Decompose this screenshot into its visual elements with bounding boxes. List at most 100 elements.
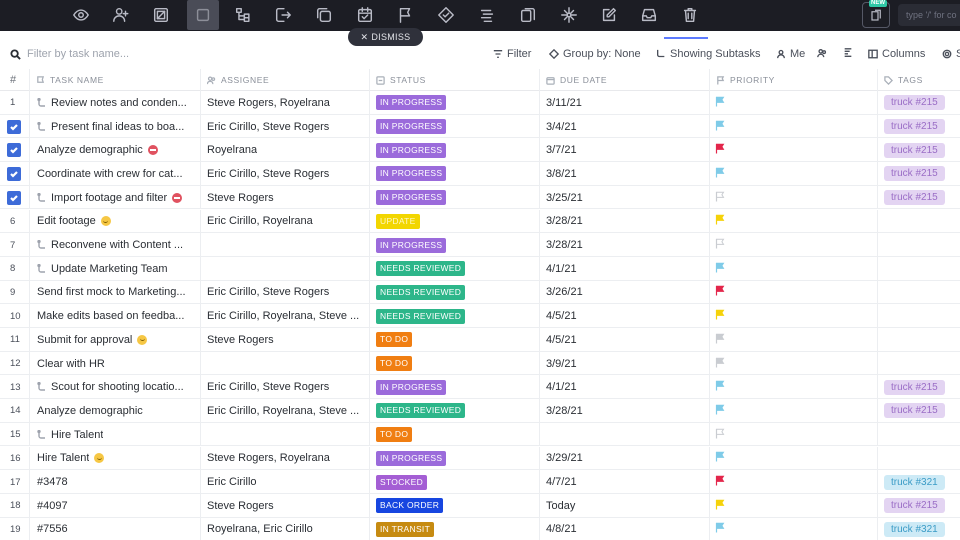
col-task-name-header[interactable]: TASK NAME bbox=[30, 69, 201, 91]
priority-flag-icon[interactable] bbox=[715, 191, 725, 205]
duplicate-icon[interactable] bbox=[312, 4, 336, 26]
due-date-cell[interactable]: 4/5/21 bbox=[540, 304, 710, 328]
table-row[interactable]: Import footage and filter Steve Rogers IN … bbox=[0, 185, 960, 210]
status-cell[interactable]: NEEDS REVIEWED bbox=[370, 280, 540, 305]
row-number-cell[interactable]: 13 bbox=[0, 375, 30, 400]
status-cell[interactable]: IN PROGRESS bbox=[370, 138, 540, 163]
flag-icon[interactable] bbox=[393, 4, 417, 26]
task-search[interactable]: Filter by task name... bbox=[10, 48, 129, 60]
row-number-cell[interactable] bbox=[0, 185, 30, 210]
priority-cell[interactable] bbox=[710, 470, 878, 494]
task-name[interactable]: Make edits based on feedba... bbox=[37, 310, 184, 322]
tag-chip[interactable]: truck #215 bbox=[884, 379, 945, 395]
priority-flag-icon[interactable] bbox=[715, 404, 725, 418]
inbox-icon[interactable] bbox=[637, 4, 661, 26]
task-name-cell[interactable]: #3478 bbox=[30, 470, 201, 494]
row-number-cell[interactable]: 11 bbox=[0, 328, 30, 352]
status-badge[interactable]: NEEDS REVIEWED bbox=[376, 308, 466, 324]
due-date-cell[interactable]: 3/8/21 bbox=[540, 162, 710, 186]
status-cell[interactable]: BACK ORDER bbox=[370, 493, 540, 518]
task-name[interactable]: Analyze demographic bbox=[37, 405, 143, 417]
due-date-cell[interactable] bbox=[540, 422, 710, 447]
priority-cell[interactable] bbox=[710, 422, 878, 447]
table-row[interactable]: 19 #7556 Royelrana, Eric Cirillo IN TRANSIT… bbox=[0, 517, 960, 540]
task-name[interactable]: Reconvene with Content ... bbox=[51, 239, 183, 251]
status-badge[interactable]: BACK ORDER bbox=[376, 498, 444, 514]
task-name-cell[interactable]: Present final ideas to boa... bbox=[30, 114, 201, 139]
status-badge[interactable]: IN PROGRESS bbox=[376, 166, 447, 182]
search-input[interactable]: Filter by task name... bbox=[27, 48, 129, 60]
priority-flag-icon[interactable] bbox=[715, 214, 725, 228]
priority-cell[interactable] bbox=[710, 446, 878, 471]
task-name[interactable]: #4097 bbox=[37, 500, 68, 512]
priority-cell[interactable] bbox=[710, 138, 878, 163]
status-badge[interactable]: IN PROGRESS bbox=[376, 379, 447, 395]
tags-cell[interactable]: truck #321 bbox=[878, 470, 960, 494]
tag-box-icon[interactable] bbox=[149, 4, 173, 26]
table-row[interactable]: 14 Analyze demographic Eric Cirillo, Royel… bbox=[0, 399, 960, 423]
status-badge[interactable]: STOCKED bbox=[376, 474, 428, 490]
priority-cell[interactable] bbox=[710, 375, 878, 400]
task-name-cell[interactable]: Import footage and filter bbox=[30, 185, 201, 210]
row-checkbox[interactable] bbox=[7, 143, 21, 158]
status-cell[interactable]: STOCKED bbox=[370, 470, 540, 494]
table-row[interactable]: 15 Hire Talent TO DO bbox=[0, 422, 960, 447]
col-tags-header[interactable]: TAGS bbox=[878, 69, 960, 91]
priority-flag-icon[interactable] bbox=[715, 262, 725, 276]
assignee-cell[interactable]: Eric Cirillo, Royelrana bbox=[201, 209, 370, 234]
group-by-button[interactable]: Group by: None bbox=[549, 48, 641, 60]
status-badge[interactable]: NEEDS REVIEWED bbox=[376, 284, 466, 300]
priority-cell[interactable] bbox=[710, 185, 878, 210]
table-row[interactable]: Coordinate with crew for cat... Eric Ciri… bbox=[0, 162, 960, 186]
tags-cell[interactable]: truck #215 bbox=[878, 115, 960, 139]
task-name[interactable]: Send first mock to Marketing... bbox=[37, 286, 186, 298]
table-row[interactable]: 7 Reconvene with Content ... IN PROGRESS 3/… bbox=[0, 233, 960, 257]
due-date-cell[interactable]: 4/8/21 bbox=[540, 517, 710, 540]
priority-flag-icon[interactable] bbox=[715, 120, 725, 134]
tags-cell[interactable] bbox=[878, 352, 960, 376]
due-date-cell[interactable]: 4/5/21 bbox=[540, 328, 710, 352]
table-row[interactable]: 13 Scout for shooting locatio... Eric Ciri… bbox=[0, 375, 960, 400]
assignee-cell[interactable] bbox=[201, 422, 370, 447]
calendar-icon[interactable] bbox=[353, 4, 377, 26]
task-name[interactable]: #7556 bbox=[37, 523, 68, 535]
tag-chip[interactable]: truck #215 bbox=[884, 403, 945, 419]
tags-cell[interactable]: truck #215 bbox=[878, 399, 960, 423]
assignees-button[interactable] bbox=[817, 48, 827, 58]
user-add-icon[interactable] bbox=[109, 4, 133, 26]
status-cell[interactable]: NEEDS REVIEWED bbox=[370, 304, 540, 328]
due-date-cell[interactable]: 3/28/21 bbox=[540, 233, 710, 257]
task-name-cell[interactable]: #7556 bbox=[30, 517, 201, 540]
status-badge[interactable]: IN TRANSIT bbox=[376, 521, 435, 537]
col-due-date-header[interactable]: DUE DATE bbox=[540, 69, 710, 91]
status-cell[interactable]: IN PROGRESS bbox=[370, 162, 540, 186]
command-input[interactable]: type '/' for co bbox=[898, 4, 960, 26]
tags-cell[interactable] bbox=[878, 257, 960, 281]
table-row[interactable]: 6 Edit footage Eric Cirillo, Royelrana UPDA… bbox=[0, 209, 960, 234]
move-icon[interactable] bbox=[271, 4, 295, 26]
hierarchy-icon[interactable] bbox=[231, 4, 255, 26]
assignee-cell[interactable]: Eric Cirillo, Royelrana, Steve ... bbox=[201, 304, 370, 328]
status-badge[interactable]: IN PROGRESS bbox=[376, 237, 447, 253]
priority-cell[interactable] bbox=[710, 162, 878, 186]
priority-cell[interactable] bbox=[710, 209, 878, 234]
table-row[interactable]: 10 Make edits based on feedba... Eric Ciri… bbox=[0, 304, 960, 328]
task-name-cell[interactable]: Update Marketing Team bbox=[30, 256, 201, 281]
due-date-cell[interactable]: 3/28/21 bbox=[540, 399, 710, 423]
status-cell[interactable]: TO DO bbox=[370, 422, 540, 447]
tag-chip[interactable]: truck #215 bbox=[884, 119, 945, 135]
row-checkbox[interactable] bbox=[7, 166, 21, 181]
priority-cell[interactable] bbox=[710, 399, 878, 423]
priority-flag-icon[interactable] bbox=[715, 285, 725, 299]
row-number-cell[interactable]: 19 bbox=[0, 517, 30, 540]
tags-cell[interactable]: truck #215 bbox=[878, 138, 960, 162]
row-number-cell[interactable]: 10 bbox=[0, 304, 30, 328]
row-number-cell[interactable] bbox=[0, 138, 30, 163]
row-number-cell[interactable]: 1 bbox=[0, 91, 30, 115]
tag-chip[interactable]: truck #215 bbox=[884, 190, 945, 206]
task-name-cell[interactable]: #4097 bbox=[30, 493, 201, 518]
priority-flag-icon[interactable] bbox=[715, 428, 725, 442]
table-row[interactable]: 1 Review notes and conden... Steve Rogers,… bbox=[0, 91, 960, 115]
status-badge[interactable]: IN PROGRESS bbox=[376, 119, 447, 135]
priority-cell[interactable] bbox=[710, 304, 878, 328]
